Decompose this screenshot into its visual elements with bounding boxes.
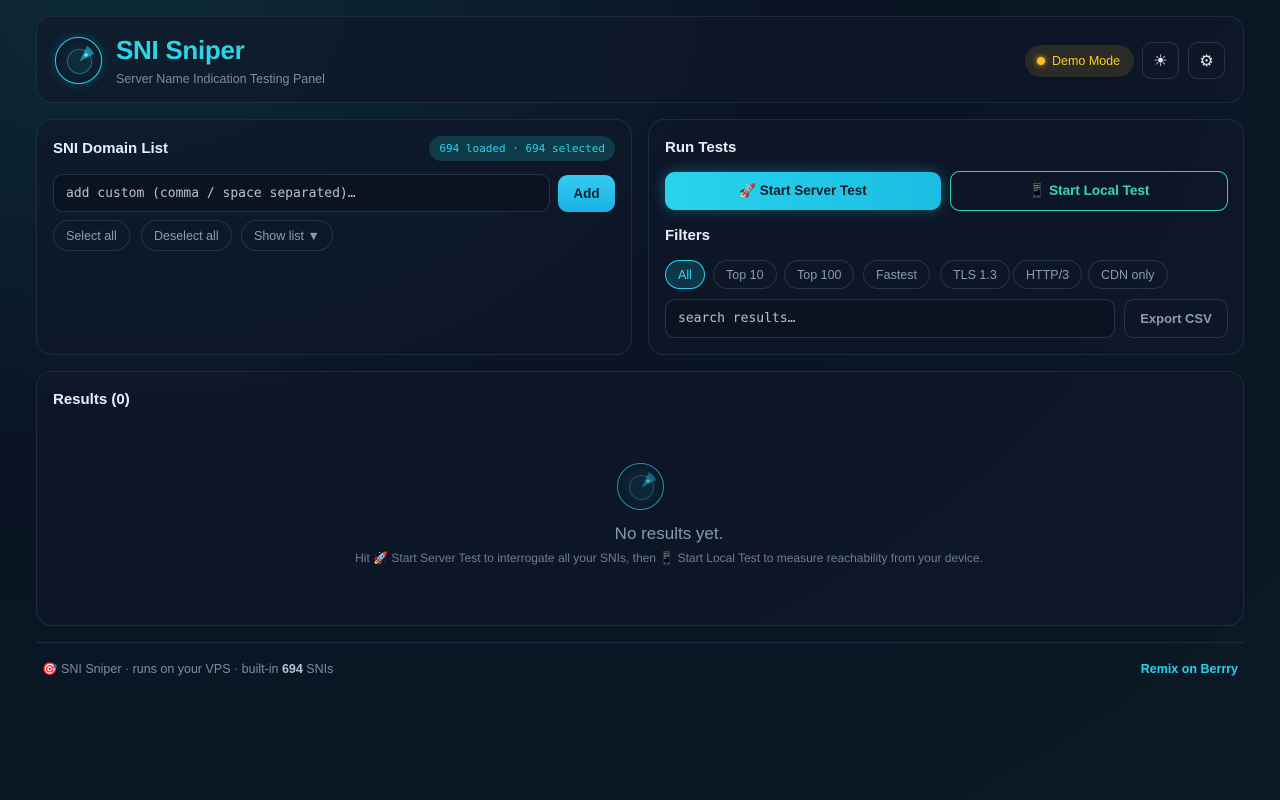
run-tests-title: Run Tests [665,139,737,156]
filters-title: Filters [665,227,711,244]
custom-sni-input[interactable] [53,174,550,212]
demo-mode-label: Demo Mode [1052,54,1121,68]
add-button[interactable]: Add [558,175,615,212]
footer-suffix: SNIs [302,662,334,676]
run-tests-panel: Run Tests 🚀 Start Server Test 📱 Start Lo… [648,119,1244,355]
footer-info: 🎯 SNI Sniper · runs on your VPS · built-… [42,662,333,677]
filter-chip-tls13[interactable]: TLS 1.3 [940,260,1010,289]
app-title: SNI Sniper [116,35,245,65]
filter-chip-all[interactable]: All [665,260,705,289]
settings-button[interactable]: ⚙ [1188,42,1225,79]
start-server-test-button[interactable]: 🚀 Start Server Test [665,172,941,210]
results-panel: Results (0) No results yet. Hit 🚀 Start … [36,371,1244,626]
footer-sni-count: 694 [281,662,303,676]
sni-counter-badge: 694 loaded · 694 selected [429,136,615,161]
theme-toggle-button[interactable]: ☀ [1142,42,1179,79]
footer-divider [36,642,1244,643]
app-header: SNI Sniper Server Name Indication Testin… [36,16,1244,103]
empty-state-title: No results yet. [614,524,724,543]
sni-list-title: SNI Domain List [53,140,169,157]
filter-chip-http3[interactable]: HTTP/3 [1013,260,1083,289]
filter-chip-top-100[interactable]: Top 100 [784,260,855,289]
export-csv-button[interactable]: Export CSV [1124,299,1228,338]
filter-chip-cdn-only[interactable]: CDN only [1088,260,1168,289]
filter-chip-top-10[interactable]: Top 10 [713,260,777,289]
radar-empty-icon [617,463,664,510]
demo-mode-badge[interactable]: Demo Mode [1025,45,1134,77]
results-title: Results (0) [53,391,130,408]
search-results-input[interactable] [665,299,1115,338]
deselect-all-button[interactable]: Deselect all [141,220,232,251]
sun-icon: ☀ [1153,52,1168,70]
filter-chip-fastest[interactable]: Fastest [863,260,930,289]
radar-logo-icon [55,37,102,84]
sni-domain-list-panel: SNI Domain List 694 loaded · 694 selecte… [36,119,632,355]
app-subtitle: Server Name Indication Testing Panel [116,72,325,86]
gear-icon: ⚙ [1199,52,1214,70]
footer-prefix: 🎯 SNI Sniper · runs on your VPS · built-… [42,662,282,676]
remix-link[interactable]: Remix on Berrry [1141,662,1238,676]
select-all-button[interactable]: Select all [53,220,130,251]
show-list-button[interactable]: Show list ▼ [241,220,333,251]
start-local-test-button[interactable]: 📱 Start Local Test [950,171,1228,211]
status-dot-icon [1037,57,1045,65]
empty-state-subtitle: Hit 🚀 Start Server Test to interrogate a… [355,551,983,565]
